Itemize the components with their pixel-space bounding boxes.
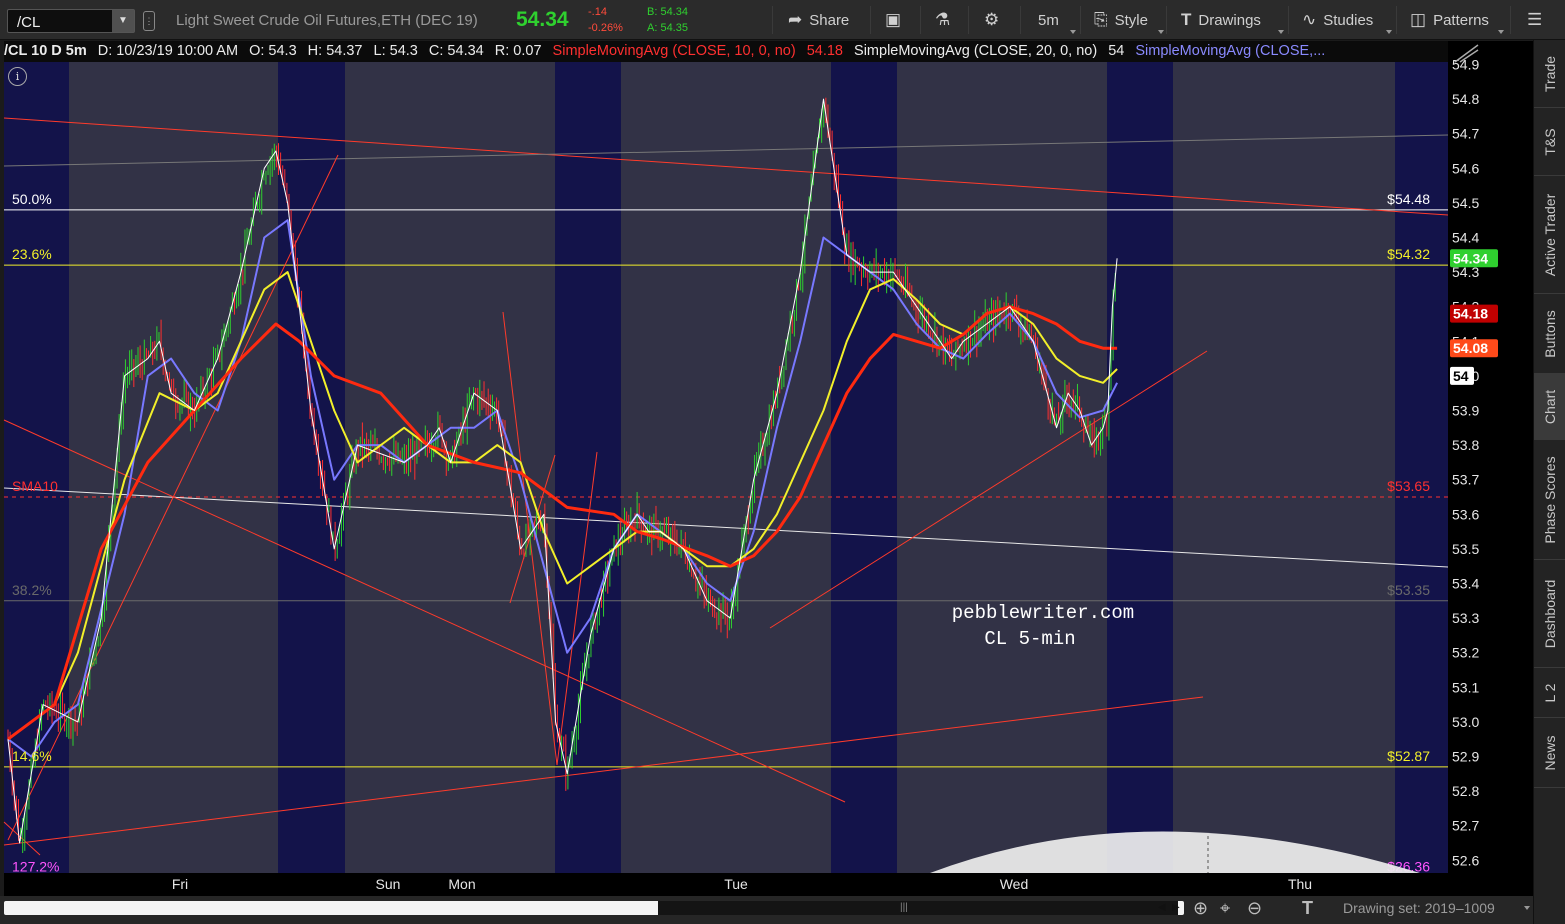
grip-icon[interactable]: ||| [900,901,908,915]
price-badge-label: 54 [1453,368,1469,384]
x-tick-label: Wed [1000,876,1029,892]
tab-trade[interactable]: Trade [1534,40,1565,108]
sma10-label: SMA10 [12,478,58,494]
fib-price-label: $53.35 [1387,582,1430,598]
fib-label: 23.6% [12,246,52,262]
y-tick-label: 53.5 [1452,541,1479,557]
price-badge-label: 54.18 [1453,306,1488,322]
sma10-price-label: $53.65 [1387,478,1430,494]
info-icon[interactable]: i [8,67,27,86]
price-chart[interactable]: 50.0% $54.48 23.6% $54.32 38.2% $53.35 14.6% $5… [0,0,1565,924]
side-tab-strip: Trade T&S Active Trader Buttons Chart Ph… [1533,40,1565,924]
session-bands [4,62,1448,873]
y-tick-label: 53.9 [1452,403,1479,419]
annotation-line: CL 5-min [984,628,1075,650]
drawing-set-label[interactable]: Drawing set: 2019–1009 [1343,900,1495,916]
y-tick-label: 53.2 [1452,645,1479,661]
night-band [278,62,345,873]
y-tick-label: 54.8 [1452,91,1479,107]
y-tick-label: 53.7 [1452,472,1479,488]
sma20-name[interactable]: SimpleMovingAvg (CLOSE, 20, 0, no) [854,41,1097,62]
tab-time-and-sales[interactable]: T&S [1534,108,1565,176]
y-tick-label: 54.5 [1452,195,1479,211]
tab-label: Buttons [1542,309,1558,358]
tab-label: News [1542,734,1558,771]
session-band [345,62,555,873]
night-band [555,62,621,873]
fib-label: 38.2% [12,582,52,598]
session-band [69,62,278,873]
y-tick-label: 54.7 [1452,126,1479,142]
tab-label: Dashboard [1542,579,1558,648]
x-tick-label: Fri [172,876,188,892]
sma-blue-name[interactable]: SimpleMovingAvg (CLOSE,... [1135,41,1325,62]
y-tick-label: 53.8 [1452,437,1479,453]
tab-news[interactable]: News [1534,718,1565,788]
fib-price-label: $54.32 [1387,246,1430,262]
sma10-name[interactable]: SimpleMovingAvg (CLOSE, 10, 0, no) [553,41,796,62]
zoom-in-icon[interactable]: ⊕ [1193,897,1208,919]
tab-level-2[interactable]: L 2 [1534,668,1565,718]
tab-label: L 2 [1542,683,1558,702]
y-tick-label: 53.6 [1452,506,1479,522]
sma20-value: 54 [1108,43,1125,59]
x-tick-label: Thu [1288,876,1312,892]
bar-high: H: 54.37 [307,43,363,59]
x-tick-label: Tue [724,876,748,892]
scroll-left-icon[interactable]: ◀ [1158,901,1166,915]
tab-label: Chart [1542,389,1558,424]
chevron-down-icon[interactable] [1524,906,1530,910]
fib-label: 14.6% [12,748,52,764]
x-tick-label: Sun [376,876,401,892]
price-axis: 54.954.854.754.654.554.454.354.254.154.0… [1448,41,1533,897]
x-tick-label: Mon [448,876,475,892]
fib-label: 127.2% [12,859,59,875]
bar-range: R: 0.07 [494,43,542,59]
y-tick-label: 52.9 [1452,749,1479,765]
tab-chart[interactable]: Chart [1534,374,1565,440]
zoom-out-icon[interactable]: ⊖ [1247,897,1262,919]
y-tick-label: 52.8 [1452,783,1479,799]
fib-price-label: $52.87 [1387,748,1430,764]
price-badge-label: 54.34 [1453,250,1488,266]
chart-title: /CL 10 D 5m [4,43,87,59]
sma10-value: 54.18 [806,43,843,59]
scrollbar-thumb[interactable] [658,901,1178,915]
y-tick-label: 53.1 [1452,679,1479,695]
chart-info-row: /CL 10 D 5m D: 10/23/19 10:00 AM O: 54.3… [4,41,1448,62]
tab-dashboard[interactable]: Dashboard [1534,560,1565,668]
bar-low: L: 54.3 [373,43,418,59]
session-band [1173,62,1395,873]
y-tick-label: 52.7 [1452,818,1479,834]
night-band [831,62,897,873]
bar-open: O: 54.3 [249,43,297,59]
y-tick-label: 53.3 [1452,610,1479,626]
tab-label: T&S [1542,127,1558,156]
y-tick-label: 52.6 [1452,852,1479,868]
session-band [897,62,1107,873]
text-t-icon[interactable]: T [1302,897,1313,919]
tab-active-trader[interactable]: Active Trader [1534,176,1565,294]
y-tick-label: 54.4 [1452,230,1479,246]
tab-label: Phase Scores [1542,455,1558,544]
y-tick-label: 53.0 [1452,714,1479,730]
night-band [1107,62,1173,873]
fib-label: 50.0% [12,191,52,207]
session-band [621,62,831,873]
tab-label: Active Trader [1542,193,1558,276]
tab-phase-scores[interactable]: Phase Scores [1534,440,1565,560]
tab-label: Trade [1542,55,1558,92]
y-tick-label: 54.6 [1452,160,1479,176]
crosshair-icon[interactable]: ⌖ [1220,897,1230,919]
scroll-right-icon[interactable]: ▶ [1172,901,1180,915]
y-tick-label: 53.4 [1452,576,1479,592]
tab-buttons[interactable]: Buttons [1534,294,1565,374]
bar-date: D: 10/23/19 10:00 AM [97,43,239,59]
fib-price-label: $54.48 [1387,191,1430,207]
bar-close: C: 54.34 [428,43,484,59]
price-badge-label: 54.08 [1453,340,1488,356]
annotation-line: pebblewriter.com [952,602,1134,624]
